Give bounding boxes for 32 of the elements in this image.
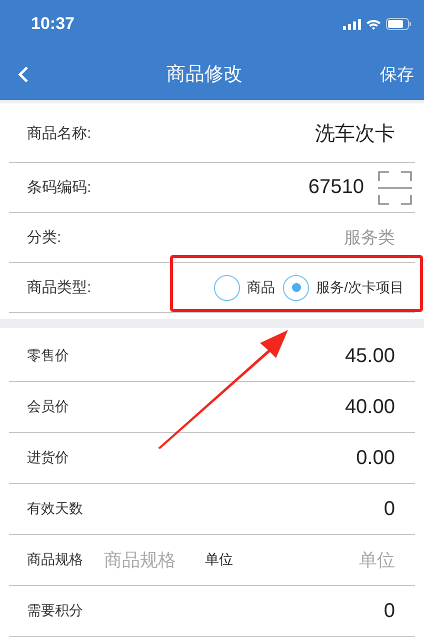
status-time: 10:37 — [31, 14, 74, 34]
field-value[interactable]: 洗车次卡 — [315, 120, 395, 146]
battery-icon — [386, 18, 412, 30]
radio-button[interactable] — [214, 274, 240, 300]
field-label: 商品规格 — [27, 551, 83, 569]
scan-icon[interactable] — [378, 170, 412, 204]
save-button[interactable]: 保存 — [380, 62, 414, 86]
field-label: 商品名称: — [27, 124, 92, 142]
field-label: 条码编码: — [27, 178, 92, 197]
field-value[interactable]: 40.00 — [344, 396, 395, 418]
field-label: 进货价 — [27, 449, 69, 467]
field-value[interactable]: 67510 — [308, 176, 364, 199]
field-label: 单位 — [205, 551, 233, 569]
field-label: 有效天数 — [27, 500, 83, 518]
field-label: 分类: — [27, 228, 62, 247]
radio-label[interactable]: 商品 — [247, 278, 276, 296]
field-value[interactable]: 0.00 — [356, 446, 395, 470]
field-value[interactable]: 0 — [384, 498, 395, 520]
page-title: 商品修改 — [166, 63, 242, 87]
radio-label[interactable]: 服务/次卡项目 — [316, 278, 404, 296]
back-icon[interactable] — [18, 66, 29, 82]
field-value[interactable]: 45.00 — [344, 344, 395, 368]
signal-icon — [343, 18, 361, 30]
unit-input-field[interactable]: 单位 — [335, 550, 395, 570]
field-label: 需要积分 — [27, 602, 83, 620]
field-label: 会员价 — [27, 398, 69, 416]
spec-input-field[interactable]: 商品规格 — [104, 550, 194, 570]
wifi-icon — [366, 18, 381, 30]
radio-button[interactable] — [283, 274, 310, 300]
field-value[interactable]: 0 — [384, 600, 395, 622]
field-label: 零售价 — [27, 347, 69, 365]
field-label: 商品类型: — [27, 278, 92, 297]
